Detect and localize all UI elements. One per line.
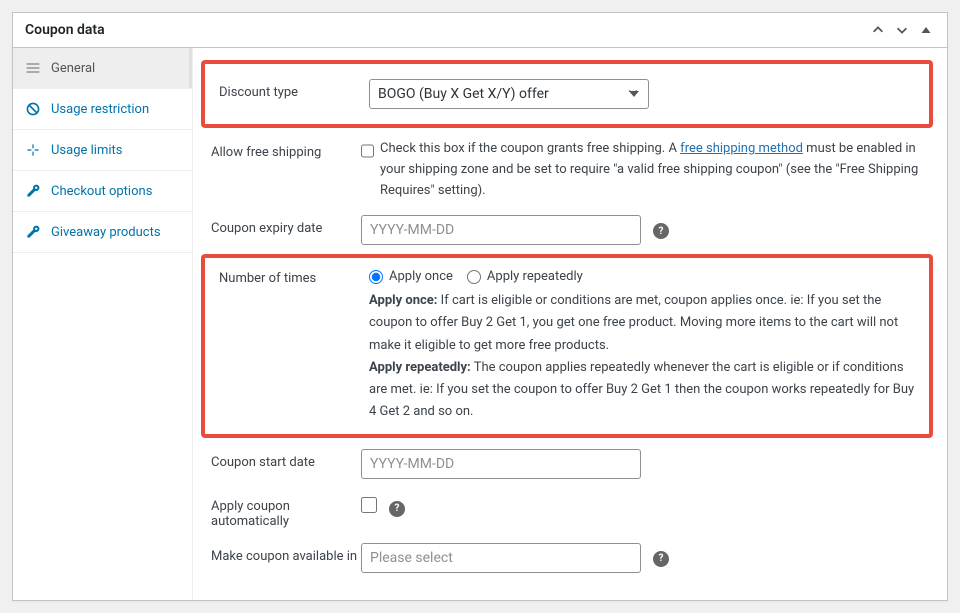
general-icon: [25, 60, 41, 76]
help-icon[interactable]: ?: [653, 551, 669, 567]
apply-repeatedly-radio[interactable]: [467, 270, 481, 284]
auto-apply-row: Apply coupon automatically ?: [211, 486, 937, 536]
discount-type-highlight: Discount type BOGO (Buy X Get X/Y) offer: [201, 60, 933, 128]
panel-header-actions: [869, 21, 935, 39]
tab-usage-limits[interactable]: Usage limits: [13, 130, 192, 171]
panel-body: General Usage restriction Usage limits C…: [13, 48, 947, 600]
tabs-sidebar: General Usage restriction Usage limits C…: [13, 48, 193, 600]
tab-giveaway-products[interactable]: Giveaway products: [13, 212, 192, 253]
apply-once-help-text: If cart is eligible or conditions are me…: [369, 293, 898, 352]
panel-title: Coupon data: [25, 22, 105, 38]
restriction-icon: [25, 101, 41, 117]
discount-type-select[interactable]: BOGO (Buy X Get X/Y) offer: [369, 79, 649, 109]
move-down-icon[interactable]: [893, 21, 911, 39]
expiry-input[interactable]: [361, 215, 641, 245]
general-tab-content: Discount type BOGO (Buy X Get X/Y) offer…: [193, 48, 947, 600]
collapse-toggle-icon[interactable]: [917, 21, 935, 39]
apply-once-text: Apply once: [389, 269, 453, 284]
panel-header: Coupon data: [13, 13, 947, 48]
start-date-row: Coupon start date: [211, 442, 937, 486]
num-times-help: Apply once: If cart is eligible or condi…: [369, 290, 923, 423]
apply-repeatedly-radio-label[interactable]: Apply repeatedly: [467, 269, 583, 284]
available-in-label: Make coupon available in: [211, 543, 361, 573]
num-times-row: Number of times Apply once Apply rep: [219, 266, 923, 426]
expiry-label: Coupon expiry date: [211, 215, 361, 245]
tab-general[interactable]: General: [13, 48, 192, 89]
tab-label: Giveaway products: [51, 225, 161, 240]
discount-type-label: Discount type: [219, 79, 369, 109]
tab-label: General: [51, 61, 95, 76]
start-date-input[interactable]: [361, 449, 641, 479]
auto-apply-label: Apply coupon automatically: [211, 493, 361, 529]
tab-usage-restriction[interactable]: Usage restriction: [13, 89, 192, 130]
num-times-label: Number of times: [219, 269, 369, 423]
available-in-row: Make coupon available in ?: [211, 536, 937, 580]
free-shipping-method-link[interactable]: free shipping method: [680, 141, 803, 156]
free-shipping-help: Check this box if the coupon grants free…: [380, 139, 937, 201]
discount-type-select-wrapper: BOGO (Buy X Get X/Y) offer: [369, 79, 649, 109]
tab-label: Checkout options: [51, 184, 152, 199]
tab-label: Usage restriction: [51, 102, 149, 117]
apply-once-radio[interactable]: [369, 270, 383, 284]
coupon-data-panel: Coupon data General: [12, 12, 948, 601]
wrench-icon: [25, 183, 41, 199]
auto-apply-checkbox[interactable]: [361, 497, 377, 513]
available-in-input[interactable]: [361, 543, 641, 573]
free-shipping-label: Allow free shipping: [211, 139, 361, 201]
start-date-label: Coupon start date: [211, 449, 361, 479]
help-icon[interactable]: ?: [389, 501, 405, 517]
limits-icon: [25, 142, 41, 158]
wrench-icon: [25, 224, 41, 240]
expiry-row: Coupon expiry date ?: [211, 208, 937, 252]
num-times-highlight: Number of times Apply once Apply rep: [201, 254, 933, 438]
move-up-icon[interactable]: [869, 21, 887, 39]
free-shipping-checkbox[interactable]: [361, 143, 374, 159]
help-icon[interactable]: ?: [653, 223, 669, 239]
num-times-radio-group: Apply once Apply repeatedly: [369, 269, 923, 284]
apply-once-radio-label[interactable]: Apply once: [369, 269, 453, 284]
apply-repeatedly-text: Apply repeatedly: [487, 269, 583, 284]
free-shipping-row: Allow free shipping Check this box if th…: [211, 132, 937, 208]
help-text-prefix: Check this box if the coupon grants free…: [380, 141, 680, 156]
tab-label: Usage limits: [51, 143, 122, 158]
tab-checkout-options[interactable]: Checkout options: [13, 171, 192, 212]
apply-repeatedly-help-label: Apply repeatedly:: [369, 360, 471, 375]
apply-once-help-label: Apply once:: [369, 293, 437, 308]
discount-type-row: Discount type BOGO (Buy X Get X/Y) offer: [219, 72, 923, 116]
